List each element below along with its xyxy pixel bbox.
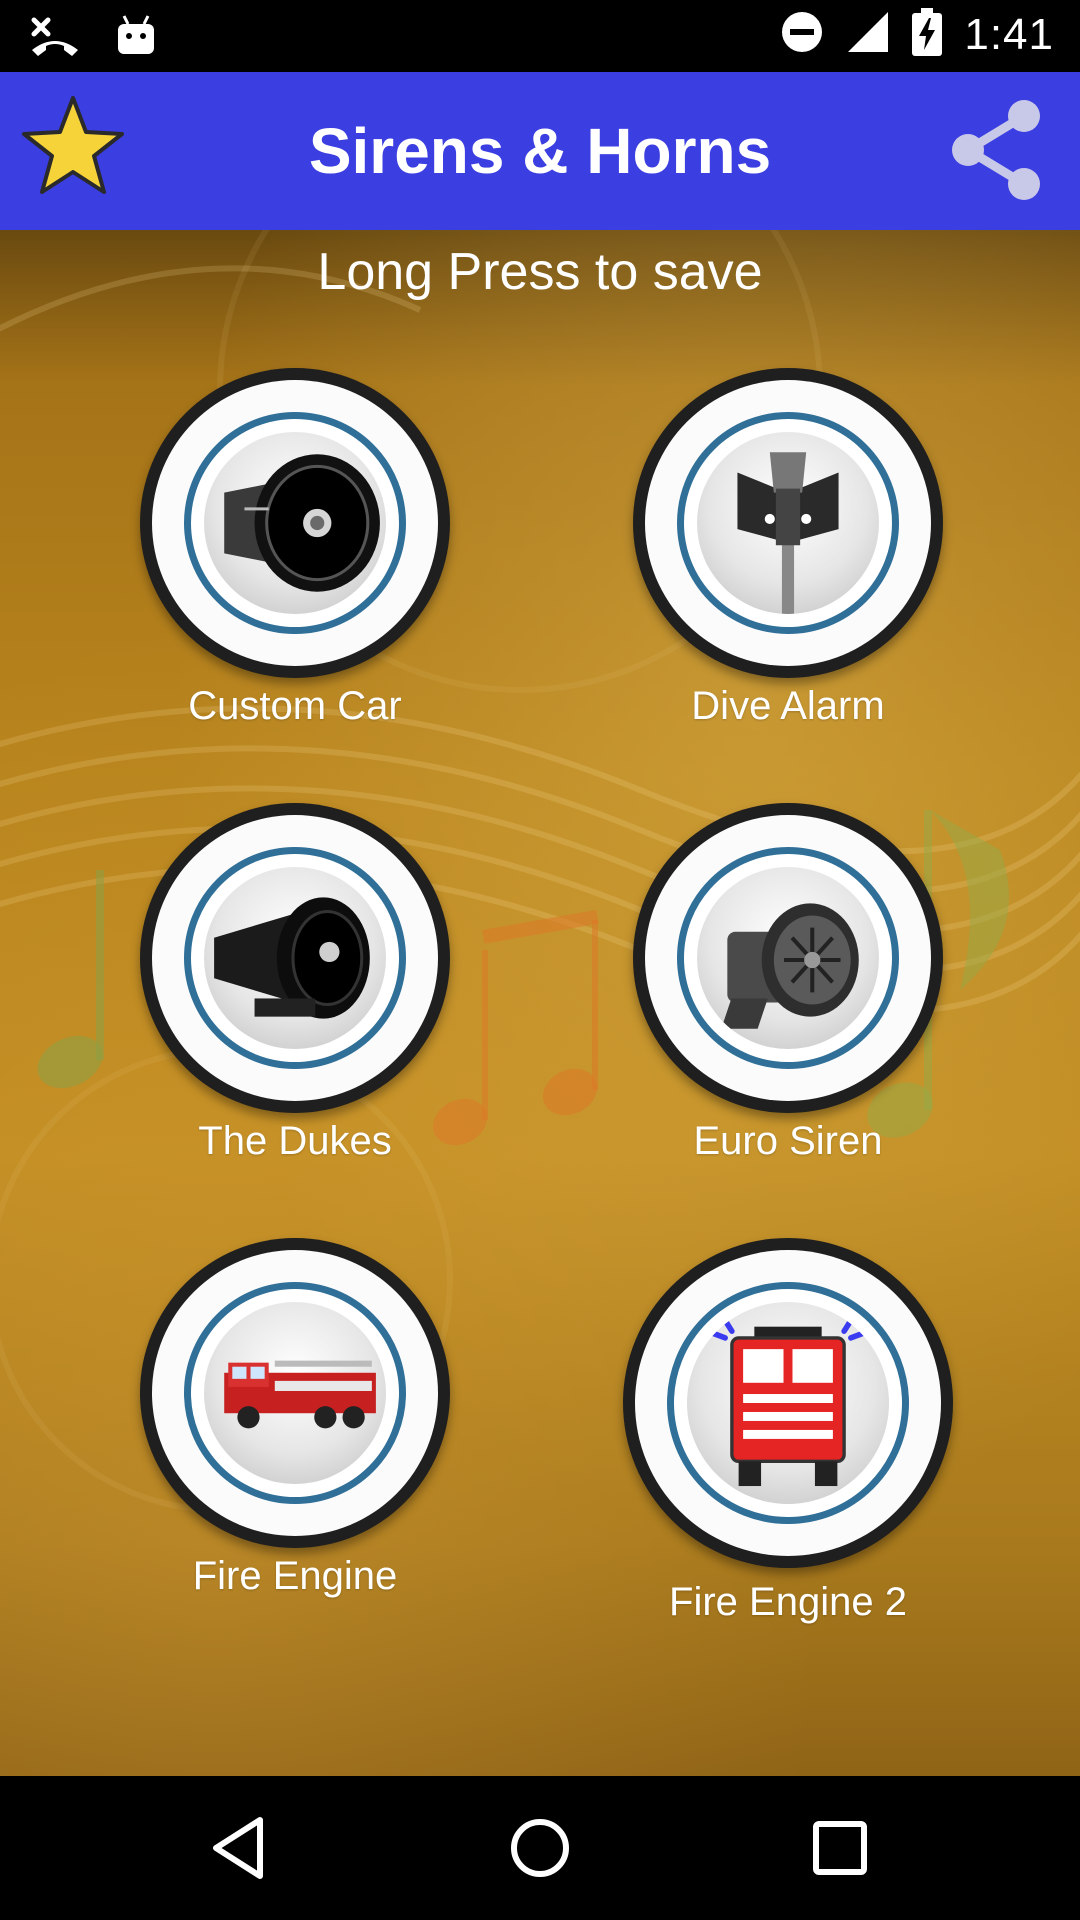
sound-item-euro-siren[interactable]: Euro Siren [578, 803, 998, 1183]
signal-icon [846, 10, 890, 59]
do-not-disturb-icon [780, 10, 824, 59]
home-icon[interactable] [498, 1806, 582, 1890]
missed-call-icon [28, 14, 82, 63]
sound-label: Fire Engine [192, 1554, 398, 1598]
sound-button[interactable] [140, 803, 450, 1113]
motor-siren-icon [697, 867, 879, 1049]
sound-item-fire-engine[interactable]: Fire Engine [85, 1238, 505, 1618]
status-bar: 1:41 [0, 0, 1080, 72]
sound-label: Fire Engine 2 [669, 1580, 907, 1624]
car-horn-icon [204, 867, 386, 1049]
fire-truck-front-icon [687, 1302, 889, 1504]
long-press-hint: Long Press to save [317, 243, 763, 301]
sound-grid-area: Long Press to save Custom Car Dive Alarm… [0, 230, 1080, 1776]
sound-item-the-dukes[interactable]: The Dukes [85, 803, 505, 1183]
navigation-bar [0, 1776, 1080, 1920]
sound-button[interactable] [140, 368, 450, 678]
sound-item-custom-car[interactable]: Custom Car [85, 368, 505, 748]
sound-button[interactable] [623, 1238, 953, 1568]
sound-button[interactable] [140, 1238, 450, 1548]
app-title: Sirens & Horns [308, 115, 772, 187]
android-icon [116, 14, 156, 63]
sound-item-dive-alarm[interactable]: Dive Alarm [578, 368, 998, 748]
horn-speaker-icon [204, 432, 386, 614]
recents-icon[interactable] [798, 1806, 882, 1890]
sound-label: Euro Siren [693, 1119, 883, 1163]
sound-button[interactable] [633, 803, 943, 1113]
share-icon[interactable] [946, 98, 1046, 202]
sound-label: The Dukes [198, 1119, 392, 1163]
battery-charging-icon [912, 8, 943, 61]
pole-siren-icon [697, 432, 879, 614]
sound-label: Custom Car [188, 684, 402, 728]
status-time: 1:41 [964, 9, 1054, 59]
fire-truck-side-icon [204, 1302, 386, 1484]
back-icon[interactable] [198, 1806, 282, 1890]
app-bar: Sirens & Horns [0, 72, 1080, 230]
sound-label: Dive Alarm [691, 684, 885, 728]
sound-item-fire-engine-2[interactable]: Fire Engine 2 [578, 1238, 998, 1638]
sound-button[interactable] [633, 368, 943, 678]
